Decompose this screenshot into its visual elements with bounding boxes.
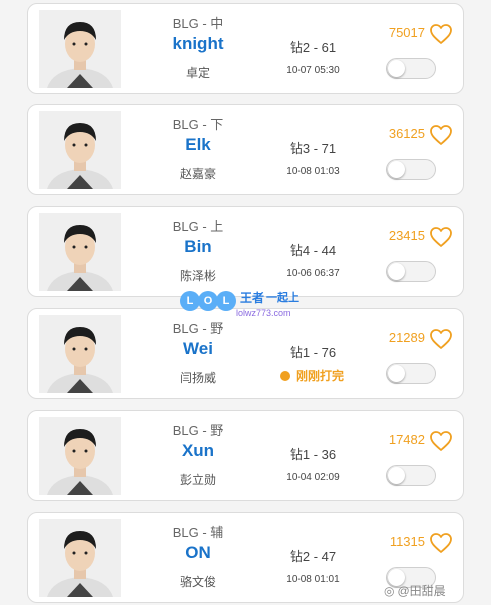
rank-text: 钻2 - 61: [289, 40, 337, 55]
player-name[interactable]: knight: [143, 34, 253, 54]
status-text: 刚刚打完: [296, 369, 345, 383]
follow-toggle[interactable]: [386, 58, 436, 79]
follow-toggle[interactable]: [386, 363, 436, 384]
like-count: 75017: [388, 25, 425, 40]
weibo-handle: @田甜晨: [397, 584, 446, 598]
avatar-image: [39, 213, 121, 291]
player-card: BLG - 下 Elk 赵嘉豪 钻3 - 71 10-08 01:03 3612…: [27, 104, 464, 195]
avatar-image: [39, 10, 121, 88]
watermark-letter: O: [198, 291, 218, 311]
toggle-knob[interactable]: [388, 467, 405, 484]
heart-icon[interactable]: [429, 532, 453, 554]
heart-icon[interactable]: [429, 23, 453, 45]
toggle-knob[interactable]: [388, 161, 405, 178]
like-count: 36125: [388, 126, 425, 141]
player-real-name: 彭立勋: [179, 473, 216, 487]
player-name[interactable]: ON: [143, 543, 253, 563]
player-name[interactable]: Wei: [143, 339, 253, 359]
heart-icon[interactable]: [429, 226, 453, 248]
follow-toggle[interactable]: [386, 465, 436, 486]
team-position: BLG - 下: [172, 117, 224, 132]
avatar: [39, 213, 121, 291]
team-position: BLG - 辅: [172, 525, 224, 540]
avatar: [39, 10, 121, 88]
watermark-url: lolwz773.com: [236, 308, 291, 318]
player-real-name: 赵嘉豪: [179, 167, 216, 181]
last-played-time: 10-04 02:09: [286, 472, 340, 483]
avatar-image: [39, 111, 121, 189]
last-played-time: 10-08 01:01: [286, 574, 340, 585]
watermark-logo: L O L 王者 一起上 lolwz773.com: [180, 289, 320, 323]
avatar: [39, 315, 121, 393]
toggle-knob[interactable]: [388, 263, 405, 280]
like-count: 17482: [388, 432, 425, 447]
player-card: BLG - 中 knight 卓定 钻2 - 61 10-07 05:30 75…: [27, 3, 464, 94]
last-played-time: 10-08 01:03: [286, 166, 340, 177]
team-position: BLG - 中: [172, 16, 224, 31]
player-card: BLG - 上 Bin 陈泽彬 钻4 - 44 10-06 06:37 2341…: [27, 206, 464, 297]
heart-icon[interactable]: [429, 328, 453, 350]
watermark-letter: L: [216, 291, 236, 311]
watermark-letter: L: [180, 291, 200, 311]
player-real-name: 陈泽彬: [179, 269, 216, 283]
toggle-knob[interactable]: [388, 60, 405, 77]
rank-text: 钻2 - 47: [289, 549, 337, 564]
player-name[interactable]: Elk: [143, 135, 253, 155]
avatar-image: [39, 417, 121, 495]
follow-toggle[interactable]: [386, 159, 436, 180]
avatar-image: [39, 315, 121, 393]
avatar-image: [39, 519, 121, 597]
weibo-watermark: ◎ @田甜晨: [384, 582, 446, 599]
player-real-name: 卓定: [185, 66, 210, 80]
live-dot-icon: [280, 370, 290, 381]
rank-text: 钻4 - 44: [289, 243, 337, 258]
rank-text: 钻3 - 71: [289, 141, 337, 156]
last-played-time: 10-07 05:30: [286, 65, 340, 76]
watermark-brand: 王者: [240, 291, 265, 305]
avatar: [39, 417, 121, 495]
player-name[interactable]: Xun: [143, 441, 253, 461]
toggle-knob[interactable]: [388, 365, 405, 382]
avatar: [39, 519, 121, 597]
heart-icon[interactable]: [429, 124, 453, 146]
player-card: BLG - 野 Xun 彭立勋 钻1 - 36 10-04 02:09 1748…: [27, 410, 464, 501]
watermark-brand-suffix: 一起上: [266, 292, 299, 304]
rank-text: 钻1 - 76: [289, 345, 337, 360]
like-count: 23415: [388, 228, 425, 243]
team-position: BLG - 上: [172, 219, 224, 234]
like-count: 21289: [388, 330, 425, 345]
last-played-time: 10-06 06:37: [286, 268, 340, 279]
live-status: 刚刚打完: [280, 367, 344, 384]
like-count: 11315: [389, 534, 425, 549]
follow-toggle[interactable]: [386, 261, 436, 282]
weibo-icon: ◎: [384, 583, 395, 598]
rank-text: 钻1 - 36: [289, 447, 337, 462]
team-position: BLG - 野: [172, 423, 224, 438]
player-real-name: 骆文俊: [179, 575, 216, 589]
avatar: [39, 111, 121, 189]
heart-icon[interactable]: [429, 430, 453, 452]
player-real-name: 闫扬威: [179, 371, 216, 385]
player-name[interactable]: Bin: [143, 237, 253, 257]
